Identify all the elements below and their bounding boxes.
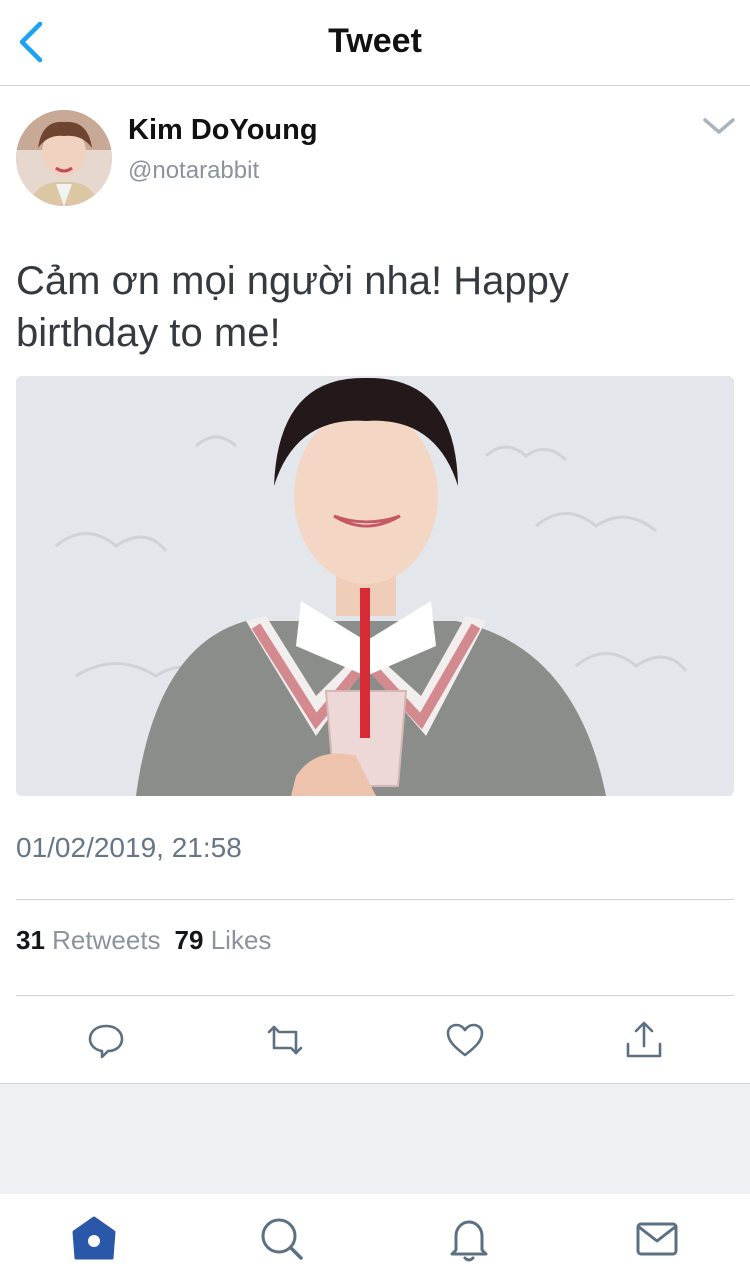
share-icon bbox=[626, 1021, 662, 1058]
empty-replies-area bbox=[0, 1083, 750, 1195]
tab-search[interactable] bbox=[257, 1214, 307, 1264]
like-icon bbox=[446, 1023, 484, 1057]
tweet-timestamp: 01/02/2019, 21:58 bbox=[16, 832, 242, 863]
home-icon bbox=[72, 1216, 116, 1260]
likes-label: Likes bbox=[210, 925, 272, 955]
likes-stat[interactable]: 79 Likes bbox=[175, 925, 272, 955]
retweets-label: Retweets bbox=[52, 925, 161, 955]
share-button[interactable] bbox=[622, 1018, 666, 1062]
reply-icon bbox=[88, 1024, 124, 1059]
retweet-button[interactable] bbox=[263, 1018, 307, 1062]
avatar[interactable] bbox=[16, 110, 112, 206]
top-bar: Tweet bbox=[0, 0, 750, 86]
tweet-options-button[interactable] bbox=[700, 114, 738, 138]
likes-count: 79 bbox=[174, 925, 204, 955]
divider bbox=[16, 899, 734, 900]
messages-icon bbox=[636, 1222, 678, 1256]
bottom-tab-bar bbox=[0, 1194, 750, 1285]
chevron-down-icon bbox=[703, 118, 735, 134]
divider bbox=[16, 995, 734, 996]
retweet-icon bbox=[267, 1025, 303, 1055]
search-icon bbox=[261, 1218, 303, 1260]
tweet-author: Kim DoYoung @notarabbit bbox=[0, 100, 750, 220]
like-button[interactable] bbox=[443, 1018, 487, 1062]
avatar-picture bbox=[16, 110, 112, 206]
reply-button[interactable] bbox=[84, 1018, 128, 1062]
tab-notifications[interactable] bbox=[444, 1214, 494, 1264]
retweets-count: 31 bbox=[16, 925, 45, 955]
page-title: Tweet bbox=[328, 22, 422, 60]
photo-illustration bbox=[16, 376, 734, 796]
tweet-stats: 31 Retweets 79 Likes bbox=[16, 925, 271, 956]
tab-messages[interactable] bbox=[632, 1214, 682, 1264]
notifications-icon bbox=[450, 1220, 488, 1262]
tweet-photo[interactable] bbox=[16, 376, 734, 796]
retweets-stat[interactable]: 31 Retweets bbox=[16, 925, 161, 955]
author-name[interactable]: Kim DoYoung bbox=[128, 114, 318, 147]
tab-home[interactable] bbox=[69, 1214, 119, 1264]
tweet-text: Cảm ơn mọi người nha! Happy birthday to … bbox=[16, 259, 569, 355]
author-handle[interactable]: @notarabbit bbox=[128, 157, 259, 185]
